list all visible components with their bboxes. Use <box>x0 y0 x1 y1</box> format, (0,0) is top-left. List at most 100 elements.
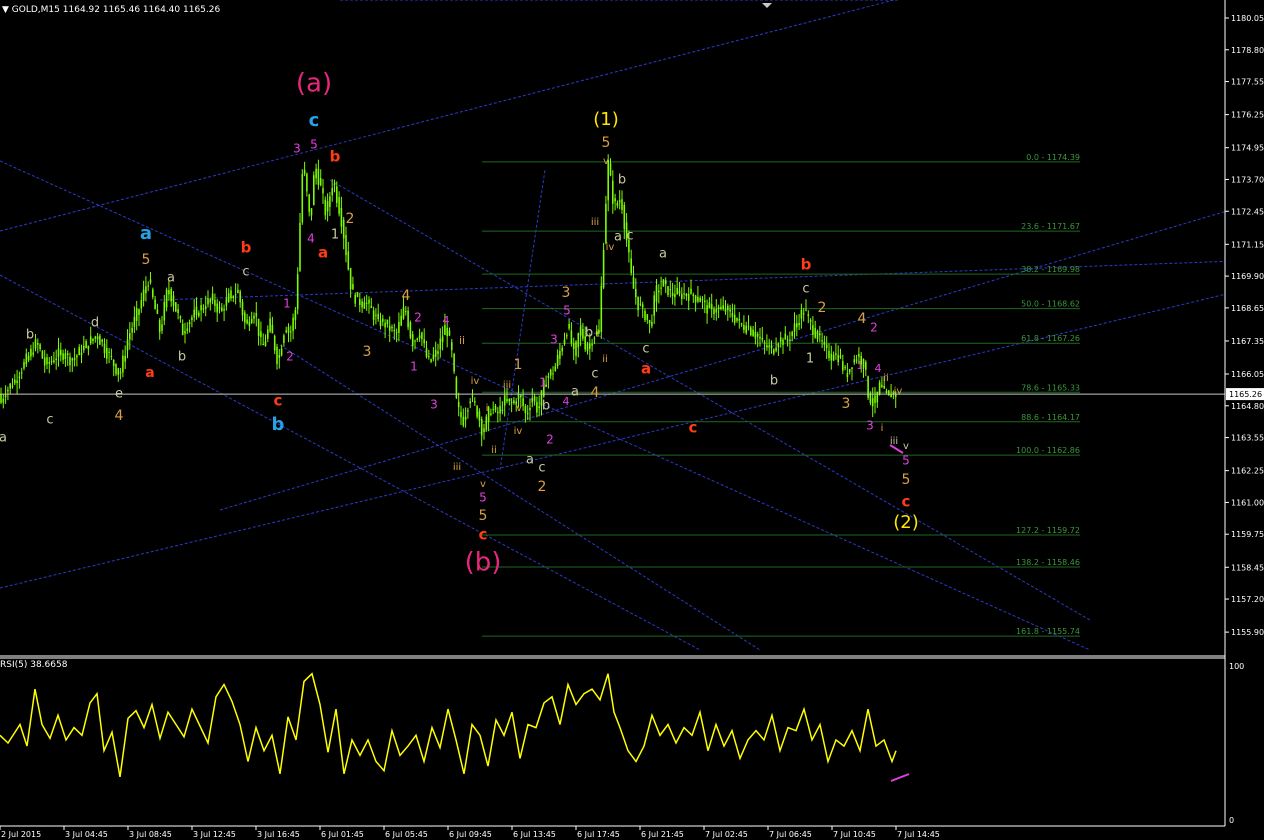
price-tick-label: 1172.45 <box>1231 207 1264 216</box>
price-candle-body <box>570 330 573 344</box>
rsi-panel: 100 0 <box>0 662 1244 825</box>
price-candle-body <box>566 335 568 337</box>
price-candle-body <box>303 169 306 174</box>
price-candle-body <box>14 379 16 384</box>
price-candle-body <box>832 354 835 361</box>
wave-label: c <box>689 419 698 437</box>
price-candle-body <box>129 333 131 340</box>
price-tick-label: 1178.80 <box>1231 46 1264 55</box>
price-candle-body <box>501 409 504 412</box>
price-candle-body <box>697 296 699 302</box>
price-candle-body <box>218 307 221 309</box>
time-tick-label: 7 Jul 14:45 <box>897 830 940 839</box>
wave-label: 3 <box>293 142 301 156</box>
price-candle-body <box>646 314 649 320</box>
price-tick-label: 1167.35 <box>1231 337 1264 346</box>
price-candle-body <box>306 173 308 192</box>
price-candle-body <box>807 314 810 316</box>
price-candle-body <box>694 295 697 303</box>
price-candle-body <box>168 290 170 295</box>
price-candle-body <box>464 416 467 420</box>
price-candle-body <box>223 308 225 311</box>
price-candle-body <box>27 355 30 361</box>
price-candle-body <box>80 352 83 356</box>
price-candle-body <box>733 314 736 323</box>
price-candle-body <box>140 300 143 309</box>
time-tick-label: 3 Jul 16:45 <box>257 830 300 839</box>
wave-label: b <box>272 414 285 435</box>
price-candle-body <box>260 331 262 337</box>
shift-marker-icon <box>762 3 772 8</box>
price-candle-body <box>202 308 205 310</box>
dropdown-arrow-icon[interactable]: ▼ <box>2 5 9 15</box>
price-candle-body <box>671 292 674 296</box>
wave-label: (1) <box>593 109 619 130</box>
price-candle-body <box>536 402 538 413</box>
price-candle-body <box>685 293 688 296</box>
price-candle-body <box>821 340 823 342</box>
wave-label: c <box>309 110 320 131</box>
price-candle-body <box>844 367 846 369</box>
wave-label: iv <box>471 376 480 387</box>
wave-label: iv <box>894 386 903 397</box>
price-candle-body <box>386 319 389 324</box>
price-candle-body <box>89 336 92 344</box>
price-candle-body <box>517 394 520 400</box>
price-candle-body <box>779 337 782 342</box>
price-candle-body <box>492 408 494 410</box>
price-candle-body <box>690 288 692 294</box>
wave-label: ii <box>602 354 608 365</box>
price-candle-body <box>476 406 478 417</box>
price-candle-body <box>890 394 892 398</box>
channel-line <box>0 0 896 232</box>
price-candle-body <box>805 309 807 311</box>
price-candle-body <box>802 313 805 315</box>
wave-label: 3 <box>430 398 438 412</box>
wave-label: iii <box>453 462 461 473</box>
price-candle-body <box>563 339 566 345</box>
wave-label: c <box>642 342 649 357</box>
price-candle-body <box>662 279 665 287</box>
price-candle-body <box>115 364 117 374</box>
price-tick-label: 1161.00 <box>1231 498 1264 507</box>
price-candle-body <box>326 201 329 212</box>
price-candle-body <box>428 355 430 357</box>
price-candle-body <box>717 307 720 310</box>
price-candle-body <box>395 331 398 333</box>
price-candle-body <box>370 305 373 309</box>
price-candle-body <box>299 222 301 271</box>
price-candle-body <box>529 408 531 411</box>
price-candle-body <box>53 360 55 363</box>
time-tick-label: 7 Jul 06:45 <box>769 830 812 839</box>
price-candle-body <box>848 368 851 373</box>
price-candle-body <box>87 345 90 350</box>
price-candle-body <box>441 336 444 343</box>
price-tick-label: 1169.90 <box>1231 272 1264 281</box>
time-tick-label: 3 Jul 08:45 <box>129 830 172 839</box>
price-tick-label: 1180.05 <box>1231 14 1264 23</box>
wave-label: 4 <box>563 395 570 408</box>
price-candle-body <box>204 306 207 310</box>
price-candle-body <box>25 353 28 365</box>
price-candle-body <box>858 354 860 357</box>
price-candle-body <box>526 413 529 415</box>
price-candle-body <box>888 390 890 396</box>
price-candle-body <box>683 293 685 295</box>
price-candle-body <box>451 342 453 350</box>
price-candle-body <box>561 347 563 352</box>
price-candle-body <box>510 401 513 403</box>
price-candle-body <box>264 341 267 347</box>
price-candle-body <box>869 393 872 404</box>
price-candle-body <box>338 197 340 214</box>
price-candle-body <box>365 302 368 304</box>
price-candle-body <box>738 318 741 321</box>
wave-label: iv <box>514 426 523 437</box>
price-candle-body <box>713 309 715 315</box>
price-candle-body <box>313 175 315 206</box>
wave-labels: ace4bdaba5abc12cb(a)c3 5b4a12342 41ii3iiii… <box>0 69 919 578</box>
price-candle-body <box>727 305 729 311</box>
price-candle-body <box>612 180 614 204</box>
price-candle-body <box>225 298 228 306</box>
wave-label: 5 <box>479 491 487 505</box>
wave-label: c <box>538 461 545 476</box>
